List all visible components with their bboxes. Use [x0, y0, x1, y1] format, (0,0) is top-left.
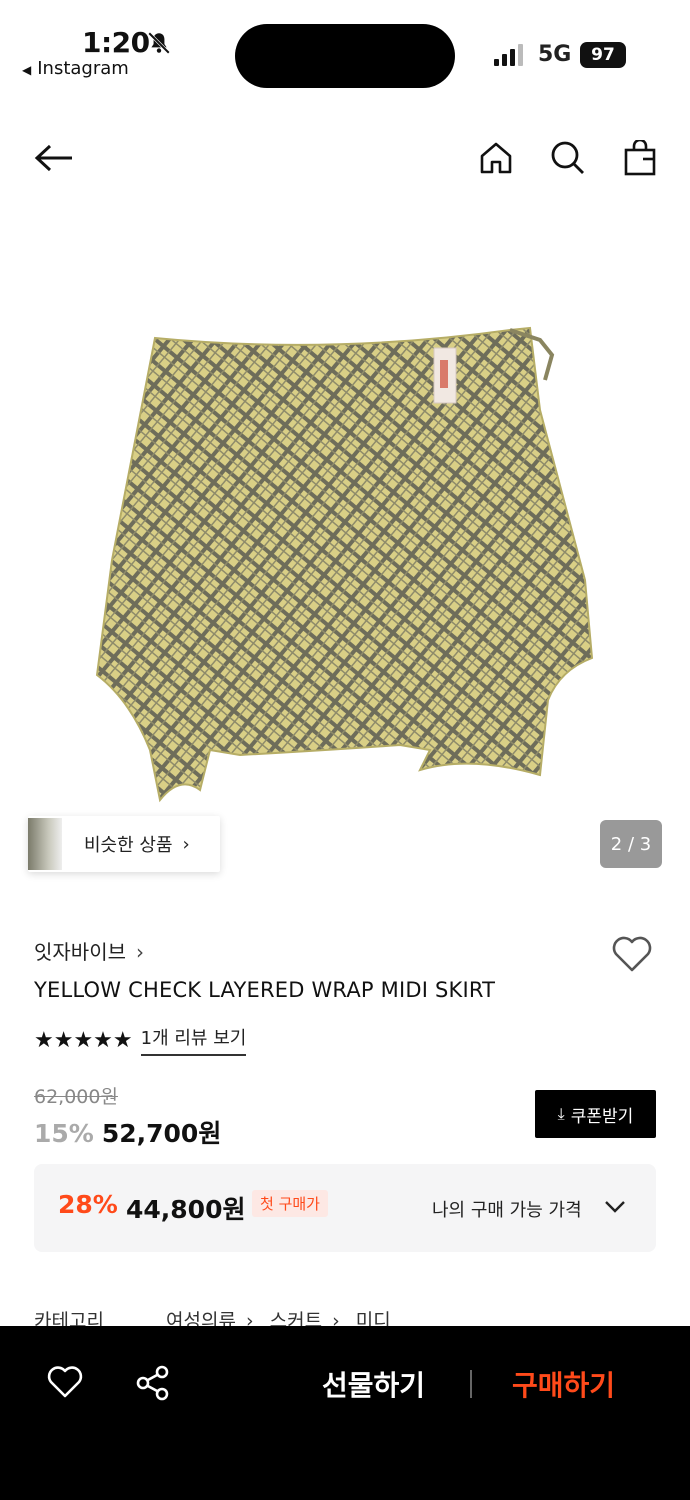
- first-purchase-badge: 첫 구매가: [252, 1190, 328, 1217]
- product-image[interactable]: [0, 230, 690, 880]
- back-triangle-icon: ◀: [22, 63, 32, 77]
- similar-thumbnail: [28, 818, 62, 870]
- review-link[interactable]: 1개 리뷰 보기: [140, 1024, 247, 1056]
- wishlist-button[interactable]: [610, 934, 654, 974]
- status-bar: 1:20 ◀ Instagram 5G 97: [0, 0, 690, 100]
- signal-icon: [494, 44, 523, 66]
- sale-price: 52,700원: [101, 1119, 222, 1148]
- download-icon: ⤓: [557, 1104, 565, 1123]
- shopping-bag-icon: [624, 140, 656, 176]
- star-rating: ★★★★★: [34, 1027, 133, 1053]
- share-icon: [136, 1365, 169, 1401]
- battery-level: 97: [591, 45, 615, 65]
- my-price-label: 나의 구매 가능 가격: [432, 1200, 582, 1221]
- divider: [470, 1370, 472, 1398]
- top-nav: [0, 128, 690, 188]
- rating-row: ★★★★★ 1개 리뷰 보기: [34, 1024, 247, 1056]
- brand-link[interactable]: 잇자바이브 ›: [34, 936, 144, 965]
- heart-icon: [47, 1366, 83, 1398]
- gift-button[interactable]: 선물하기: [322, 1364, 425, 1404]
- best-price-panel[interactable]: 28% 44,800원 첫 구매가 나의 구매 가능 가격: [34, 1164, 656, 1252]
- chevron-down-icon: [605, 1201, 625, 1213]
- heart-icon: [612, 936, 652, 972]
- back-arrow-icon: [34, 144, 72, 172]
- brand-name: 잇자바이브: [34, 940, 126, 964]
- price-row: 15% 52,700원: [34, 1114, 221, 1150]
- chevron-right-icon: ›: [136, 940, 144, 964]
- share-button[interactable]: [134, 1364, 172, 1402]
- bell-muted-icon: [148, 32, 170, 54]
- search-icon: [551, 141, 584, 174]
- coupon-label: 쿠폰받기: [570, 1106, 634, 1127]
- back-to-app-link[interactable]: ◀ Instagram: [22, 58, 129, 79]
- coupon-button[interactable]: ⤓ 쿠폰받기: [535, 1090, 656, 1138]
- bottom-action-bar: 선물하기 구매하기: [0, 1326, 690, 1500]
- product-title: YELLOW CHECK LAYERED WRAP MIDI SKIRT: [34, 978, 496, 1002]
- bottom-wishlist-button[interactable]: [46, 1364, 84, 1400]
- back-button[interactable]: [34, 138, 74, 178]
- network-type: 5G: [538, 42, 572, 67]
- similar-label: 비슷한 상품: [84, 835, 173, 856]
- best-discount-rate: 28%: [58, 1190, 118, 1219]
- home-icon: [480, 142, 512, 174]
- cart-button[interactable]: [620, 138, 660, 178]
- home-button[interactable]: [476, 138, 516, 178]
- original-price: 62,000원: [34, 1086, 118, 1108]
- image-page-indicator: 2 / 3: [600, 820, 662, 868]
- dynamic-island: [235, 24, 455, 88]
- battery-icon: 97: [580, 42, 626, 68]
- status-time: 1:20: [82, 26, 150, 59]
- back-app-label: Instagram: [37, 58, 129, 79]
- similar-products-button[interactable]: 비슷한 상품 ›: [28, 816, 220, 872]
- chevron-right-icon: ›: [182, 833, 190, 855]
- buy-button[interactable]: 구매하기: [512, 1364, 615, 1404]
- search-button[interactable]: [548, 138, 588, 178]
- best-price: 44,800원: [126, 1195, 246, 1224]
- discount-rate: 15%: [34, 1119, 94, 1148]
- skirt-photo: [95, 326, 594, 803]
